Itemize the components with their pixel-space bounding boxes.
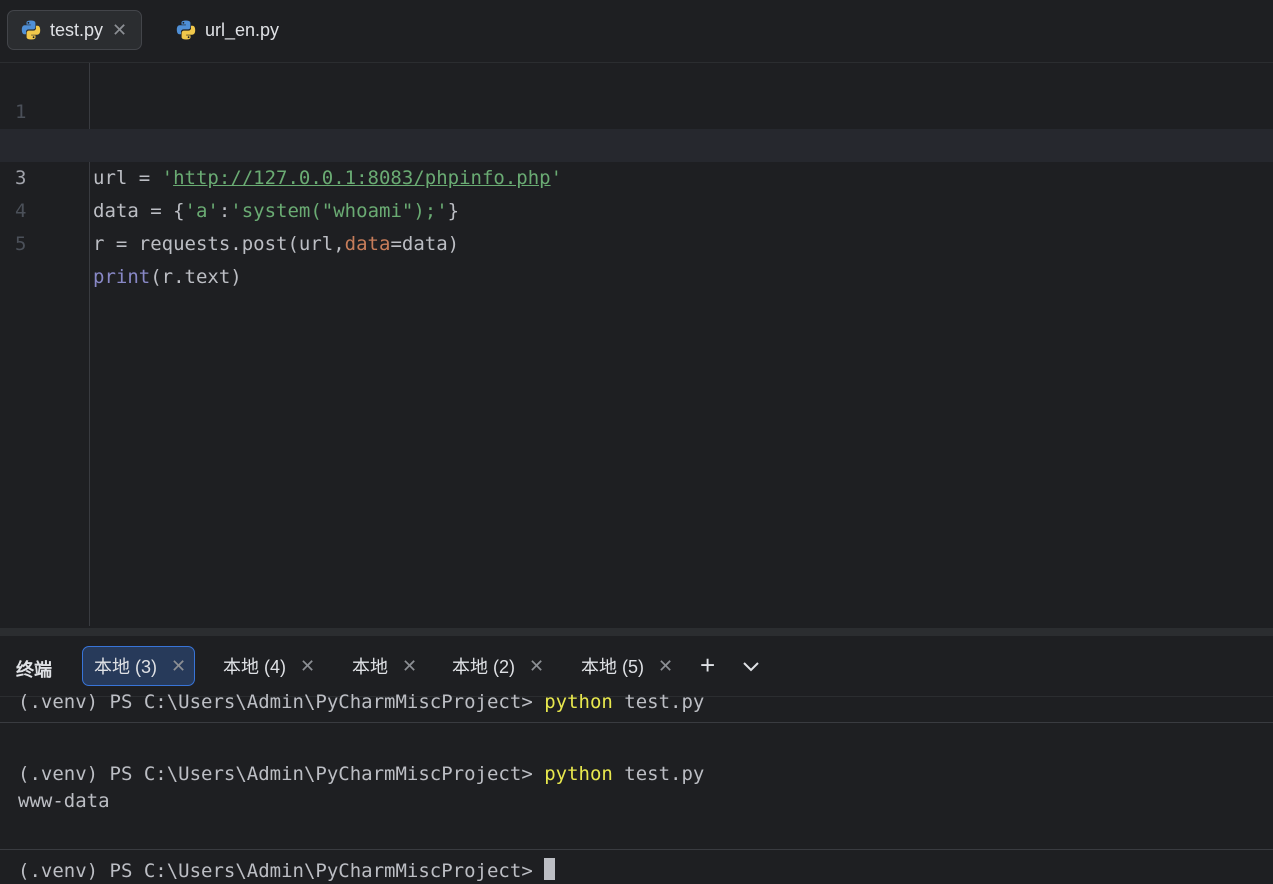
terminal-line: (.venv) PS C:\Users\Admin\PyCharmMiscPro… [18, 689, 704, 715]
code-line[interactable]: 5 print(r.text) [0, 195, 1273, 288]
add-icon[interactable]: + [700, 650, 715, 680]
terminal-tab-local-4[interactable]: 本地 (4) ✕ [223, 646, 315, 686]
code-text: (r.text) [150, 266, 242, 288]
tab-url-en-py[interactable]: url_en.py [163, 10, 303, 50]
terminal-tab-local-3[interactable]: 本地 (3) ✕ [82, 646, 196, 686]
editor-tab-bar: test.py ✕ url_en.py [0, 0, 1273, 63]
terminal-tab-label: 本地 [352, 657, 388, 677]
terminal-title: 终端 [16, 660, 52, 680]
command-separator [0, 849, 1273, 850]
code-line-current[interactable]: 3 data = {'a':'system("whoami");'} [0, 129, 1273, 222]
terminal-panel: 终端 本地 (3) ✕ 本地 (4) ✕ 本地 ✕ 本地 (2) ✕ 本地 (5… [0, 636, 1273, 882]
close-icon[interactable]: ✕ [402, 656, 417, 677]
tab-label: test.py [50, 19, 104, 40]
text-cursor [544, 858, 556, 880]
terminal-tab-label: 本地 (3) [94, 657, 157, 677]
command-text: python [544, 763, 613, 785]
terminal-tab-local-5[interactable]: 本地 (5) ✕ [581, 646, 673, 686]
command-separator [0, 722, 1273, 723]
terminal-line: (.venv) PS C:\Users\Admin\PyCharmMiscPro… [18, 761, 704, 787]
close-icon[interactable]: ✕ [300, 656, 315, 677]
terminal-tab-label: 本地 (5) [581, 657, 644, 677]
prompt-text: (.venv) PS C:\Users\Admin\PyCharmMiscPro… [18, 763, 545, 785]
close-icon[interactable]: ✕ [171, 656, 186, 677]
chevron-down-icon[interactable] [741, 656, 761, 676]
close-icon[interactable]: ✕ [658, 656, 673, 677]
code-line[interactable]: 4 r = requests.post(url,data=data) [0, 162, 1273, 255]
terminal-output: www-data [18, 790, 110, 812]
terminal-header: 终端 本地 (3) ✕ 本地 (4) ✕ 本地 ✕ 本地 (2) ✕ 本地 (5… [0, 636, 1273, 697]
args-text: test.py [612, 691, 705, 713]
terminal-tab-local[interactable]: 本地 ✕ [352, 646, 417, 686]
code-text: r = requests.post(url, [93, 233, 345, 255]
line-number: 5 [15, 233, 27, 255]
terminal-tab-local-2[interactable]: 本地 (2) ✕ [452, 646, 544, 686]
command-text: python [544, 691, 613, 713]
tab-test-py[interactable]: test.py ✕ [7, 10, 142, 50]
builtin-print: print [93, 266, 151, 288]
args-text: test.py [612, 763, 705, 785]
python-icon [21, 20, 41, 40]
tab-label: url_en.py [205, 19, 280, 40]
close-icon[interactable]: ✕ [529, 656, 544, 677]
panel-resize-handle[interactable] [0, 628, 1273, 636]
terminal-tab-label: 本地 (4) [223, 657, 286, 677]
prompt-text: (.venv) PS C:\Users\Admin\PyCharmMiscPro… [18, 860, 545, 882]
code-editor[interactable]: 1 import requests 2 url = 'http://127.0.… [0, 63, 1273, 628]
close-icon[interactable]: ✕ [112, 20, 127, 41]
python-icon [176, 20, 196, 40]
terminal-input-line[interactable]: (.venv) PS C:\Users\Admin\PyCharmMiscPro… [18, 858, 556, 884]
named-param: data [344, 233, 391, 255]
code-text: =data) [390, 233, 460, 255]
prompt-text: (.venv) PS C:\Users\Admin\PyCharmMiscPro… [18, 691, 545, 713]
terminal-tab-label: 本地 (2) [452, 657, 515, 677]
code-line[interactable]: 2 url = 'http://127.0.0.1:8083/phpinfo.p… [0, 96, 1273, 189]
code-line[interactable]: 1 import requests [0, 63, 1273, 156]
